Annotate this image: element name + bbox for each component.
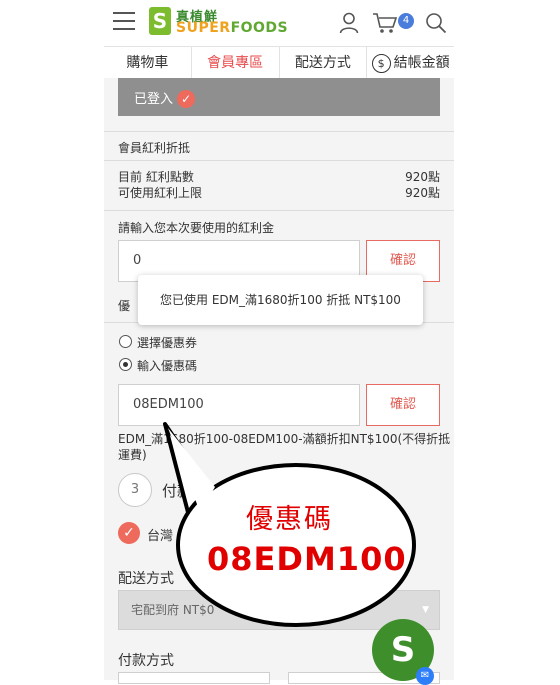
callout-code: 08EDM100: [207, 540, 407, 578]
callout-title: 優惠碼: [246, 504, 333, 535]
messenger-icon[interactable]: ✉: [416, 667, 434, 685]
callout-speech-bubble: [163, 422, 416, 627]
